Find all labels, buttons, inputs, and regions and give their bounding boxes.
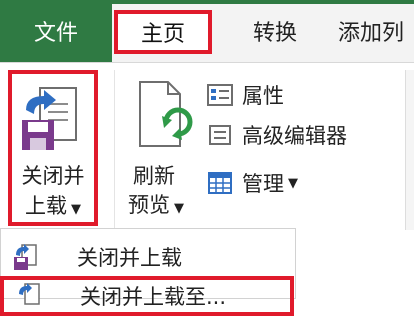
chevron-down-icon: ▼ bbox=[174, 201, 184, 216]
advanced-editor-button[interactable]: 高级编辑器 bbox=[206, 120, 347, 150]
properties-icon bbox=[206, 82, 234, 108]
chevron-down-icon: ▼ bbox=[288, 175, 298, 191]
tab-convert-label: 转换 bbox=[252, 21, 297, 46]
close-and-load-to-icon bbox=[14, 281, 44, 311]
menu-item-close-and-load-to-label: 关闭并上载至... bbox=[80, 285, 227, 309]
advanced-editor-icon bbox=[206, 122, 234, 148]
advanced-editor-label: 高级编辑器 bbox=[242, 124, 347, 148]
menu-item-close-and-load-to[interactable]: 关闭并上载至... bbox=[0, 276, 294, 316]
chevron-down-icon: ▼ bbox=[71, 202, 81, 217]
close-and-load-icon bbox=[22, 87, 77, 150]
tab-file[interactable]: 文件 bbox=[0, 0, 112, 62]
properties-label: 属性 bbox=[242, 84, 284, 108]
tab-convert[interactable]: 转换 bbox=[230, 0, 320, 62]
manage-label: 管理 bbox=[242, 172, 284, 196]
ribbon-scroll-edge bbox=[405, 70, 414, 230]
close-and-load-small-icon bbox=[11, 242, 41, 272]
tab-home-label: 主页 bbox=[140, 22, 185, 47]
tab-add-column-label: 添加列 bbox=[338, 21, 405, 46]
menu-item-close-and-load[interactable]: 关闭并上载 bbox=[11, 235, 291, 279]
group-separator bbox=[114, 70, 115, 230]
manage-button[interactable]: 管理 ▼ bbox=[206, 168, 298, 198]
refresh-label-line1: 刷新 bbox=[133, 164, 175, 188]
refresh-label-line2: 预览 ▼ bbox=[128, 193, 184, 217]
menu-item-close-and-load-label: 关闭并上载 bbox=[77, 246, 182, 270]
tab-file-label: 文件 bbox=[33, 21, 78, 46]
properties-button[interactable]: 属性 bbox=[206, 80, 284, 110]
tab-add-column[interactable]: 添加列 bbox=[338, 0, 414, 62]
close-and-load-label-line2: 上载 ▼ bbox=[25, 194, 81, 218]
refresh-icon bbox=[139, 81, 193, 147]
tab-home[interactable]: 主页 bbox=[114, 10, 212, 54]
table-icon bbox=[206, 170, 234, 196]
close-and-load-button[interactable]: 关闭并 上载 ▼ bbox=[8, 70, 98, 226]
close-and-load-label-line1: 关闭并 bbox=[21, 164, 85, 188]
